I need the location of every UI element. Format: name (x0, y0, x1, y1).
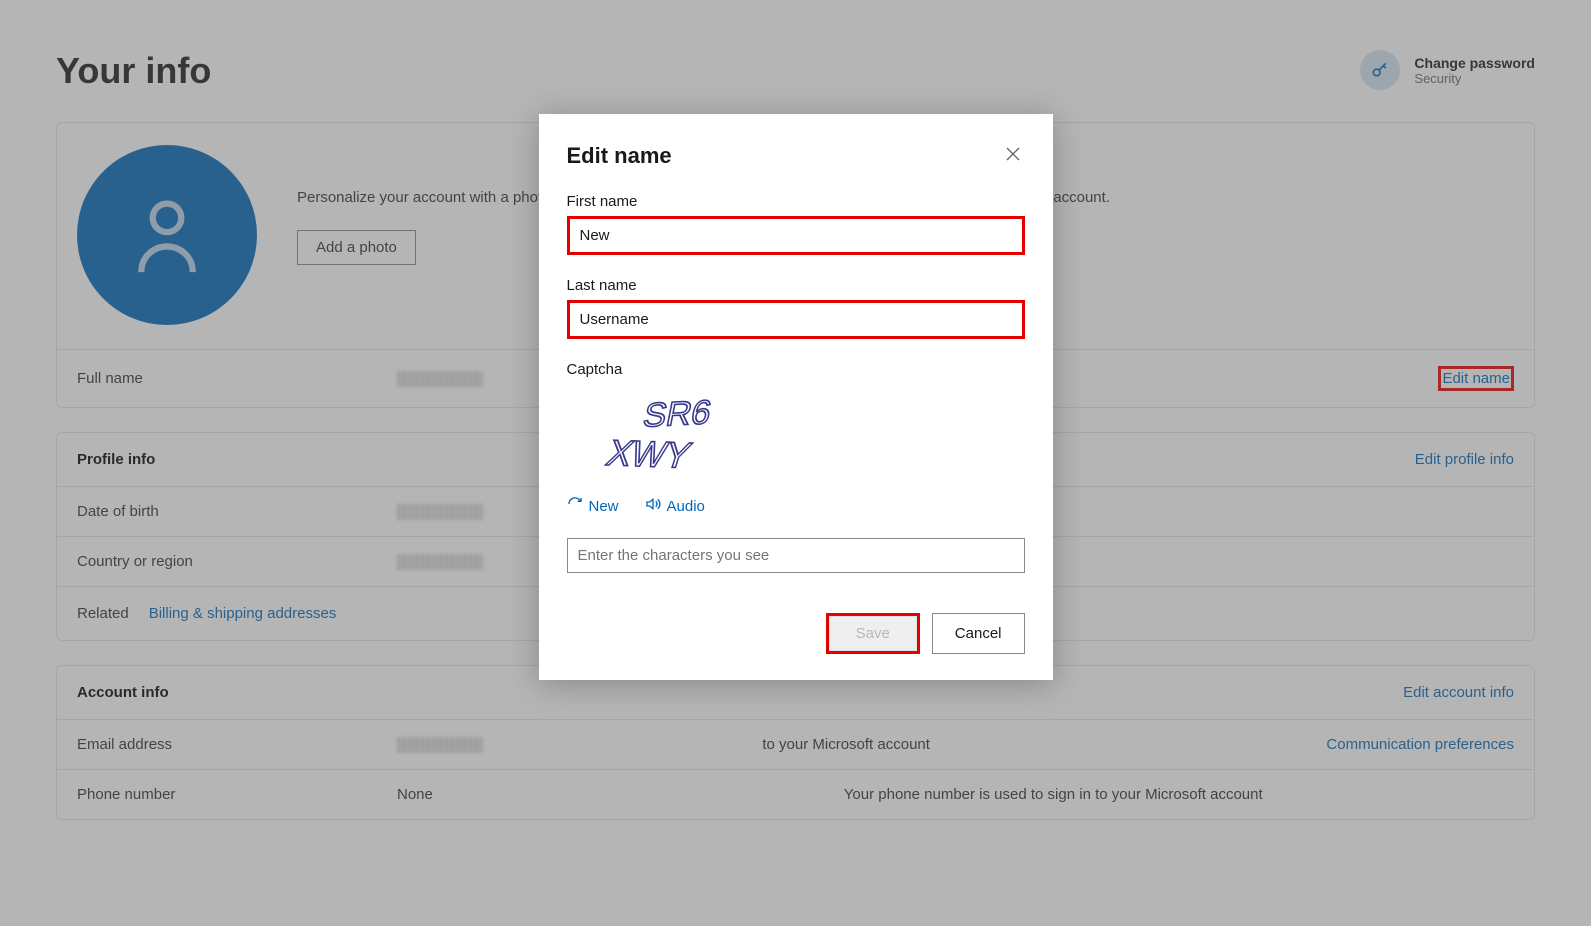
svg-text:XWY: XWY (602, 433, 696, 476)
last-name-label: Last name (567, 277, 1025, 294)
captcha-audio-link[interactable]: Audio (645, 496, 705, 516)
svg-text:SR6: SR6 (640, 394, 714, 435)
modal-title: Edit name (567, 143, 672, 169)
close-icon[interactable] (1001, 142, 1025, 169)
edit-name-modal: Edit name First name Last name Captcha S… (539, 114, 1053, 680)
modal-overlay: Edit name First name Last name Captcha S… (0, 0, 1591, 926)
captcha-label: Captcha (567, 361, 1025, 378)
captcha-new-text: New (589, 498, 619, 515)
captcha-new-link[interactable]: New (567, 496, 619, 516)
captcha-audio-text: Audio (667, 498, 705, 515)
captcha-input[interactable] (567, 538, 1025, 573)
first-name-input[interactable] (567, 216, 1025, 255)
refresh-icon (567, 496, 583, 516)
last-name-input[interactable] (567, 300, 1025, 339)
save-button[interactable]: Save (829, 616, 917, 651)
captcha-image: SR6 XWY (567, 384, 807, 484)
first-name-label: First name (567, 193, 1025, 210)
cancel-button[interactable]: Cancel (932, 613, 1025, 654)
audio-icon (645, 496, 661, 516)
